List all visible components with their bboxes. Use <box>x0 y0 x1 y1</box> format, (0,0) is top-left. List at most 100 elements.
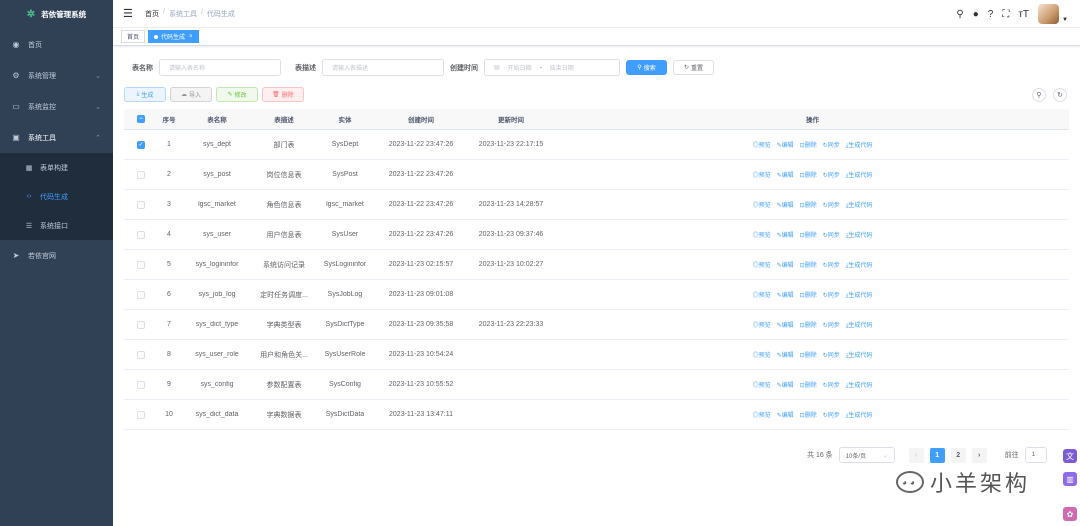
sync-button[interactable]: ↻同步 <box>823 350 840 360</box>
row-checkbox[interactable] <box>137 290 145 299</box>
brand[interactable]: ✲ 若依管理系统 <box>0 0 113 28</box>
sidebar-item-monitor[interactable]: ▭ 系统监控 ⌄ <box>0 91 113 122</box>
row-checkbox[interactable]: ✓ <box>137 140 145 149</box>
avatar[interactable] <box>1038 4 1060 24</box>
delete-button[interactable]: ⊡删除 <box>800 350 817 360</box>
sidebar-item-tools[interactable]: ▣ 系统工具 ⌃ <box>0 122 113 153</box>
preview-button[interactable]: ◎预览 <box>753 350 771 360</box>
delete-button[interactable]: ⊡删除 <box>800 230 817 240</box>
delete-button[interactable]: ⊡删除 <box>800 170 817 180</box>
sync-button[interactable]: ↻同步 <box>823 140 840 150</box>
preview-button[interactable]: ◎预览 <box>753 200 771 210</box>
date-range-picker[interactable]: ▤ 开始日期 - 结束日期 <box>484 59 620 76</box>
sync-button[interactable]: ↻同步 <box>823 380 840 390</box>
tag-home[interactable]: 首页 <box>121 30 146 43</box>
sync-button[interactable]: ↻同步 <box>823 260 840 270</box>
preview-button[interactable]: ◎预览 <box>753 380 771 390</box>
search-icon[interactable]: ⚲ <box>956 9 963 20</box>
brain-icon[interactable]: ✿ <box>1063 507 1077 521</box>
delete-button[interactable]: ⊡删除 <box>800 380 817 390</box>
github-icon[interactable]: ● <box>973 9 979 20</box>
delete-button[interactable]: ⊡删除 <box>800 140 817 150</box>
delete-button[interactable]: ⊡删除 <box>800 320 817 330</box>
question-icon[interactable]: ? <box>988 9 994 20</box>
search-button[interactable]: ⚲ 搜索 <box>626 60 667 75</box>
preview-button[interactable]: ◎预览 <box>753 140 771 150</box>
edit-button[interactable]: ✎编辑 <box>777 140 794 150</box>
row-checkbox[interactable] <box>137 320 145 329</box>
import-button[interactable]: ☁ 导入 <box>170 87 212 102</box>
sidebar-item-swagger[interactable]: ☰ 系统接口 <box>0 211 113 240</box>
gen-code-button[interactable]: ⤓生成代码 <box>846 290 873 300</box>
hamburger-icon[interactable]: ☰ <box>123 7 135 20</box>
gen-code-button[interactable]: ⤓生成代码 <box>846 350 873 360</box>
edit-button[interactable]: ✎编辑 <box>777 260 794 270</box>
breadcrumb-home[interactable]: 首页 <box>145 9 159 19</box>
gen-code-button[interactable]: ⤓生成代码 <box>846 380 873 390</box>
caret-down-icon[interactable]: ▼ <box>1062 17 1068 23</box>
sync-button[interactable]: ↻同步 <box>823 320 840 330</box>
row-checkbox[interactable] <box>137 200 145 209</box>
select-all-checkbox[interactable]: − <box>137 115 145 123</box>
delete-button[interactable]: ⊡删除 <box>800 290 817 300</box>
sync-button[interactable]: ↻同步 <box>823 200 840 210</box>
delete-button[interactable]: ⊡删除 <box>800 410 817 420</box>
next-page-button[interactable]: › <box>971 447 987 463</box>
sidebar-item-form-builder[interactable]: ▦ 表单构建 <box>0 153 113 182</box>
preview-button[interactable]: ◎预览 <box>753 260 771 270</box>
edit-button[interactable]: ✎ 修改 <box>216 87 258 102</box>
sidebar-item-system[interactable]: ⚙ 系统管理 ⌄ <box>0 60 113 91</box>
preview-button[interactable]: ◎预览 <box>753 170 771 180</box>
page-1-button[interactable]: 1 <box>929 447 945 463</box>
preview-button[interactable]: ◎预览 <box>753 290 771 300</box>
page-2-button[interactable]: 2 <box>950 447 966 463</box>
gen-code-button[interactable]: ⤓生成代码 <box>846 230 873 240</box>
edit-button[interactable]: ✎编辑 <box>777 350 794 360</box>
row-checkbox[interactable] <box>137 380 145 389</box>
generate-button[interactable]: ⤓ 生成 <box>124 87 166 102</box>
table-name-input[interactable]: 请输入表名称 <box>159 59 281 76</box>
row-checkbox[interactable] <box>137 260 145 269</box>
sync-button[interactable]: ↻同步 <box>823 410 840 420</box>
reset-button[interactable]: ↻ 重置 <box>673 60 714 75</box>
gen-code-button[interactable]: ⤓生成代码 <box>846 320 873 330</box>
gen-code-button[interactable]: ⤓生成代码 <box>846 170 873 180</box>
edit-button[interactable]: ✎编辑 <box>777 320 794 330</box>
preview-button[interactable]: ◎预览 <box>753 230 771 240</box>
sync-button[interactable]: ↻同步 <box>823 290 840 300</box>
edit-button[interactable]: ✎编辑 <box>777 170 794 180</box>
prev-page-button[interactable]: ‹ <box>908 447 924 463</box>
row-checkbox[interactable] <box>137 350 145 359</box>
gen-code-button[interactable]: ⤓生成代码 <box>846 260 873 270</box>
page-size-select[interactable]: 10条/页 ⌄ <box>838 447 895 463</box>
edit-button[interactable]: ✎编辑 <box>777 380 794 390</box>
row-checkbox[interactable] <box>137 230 145 239</box>
gen-code-button[interactable]: ⤓生成代码 <box>846 200 873 210</box>
preview-button[interactable]: ◎预览 <box>753 320 771 330</box>
edit-button[interactable]: ✎编辑 <box>777 200 794 210</box>
gen-code-button[interactable]: ⤓生成代码 <box>846 140 873 150</box>
sync-button[interactable]: ↻同步 <box>823 230 840 240</box>
edit-button[interactable]: ✎编辑 <box>777 290 794 300</box>
row-checkbox[interactable] <box>137 410 145 419</box>
row-checkbox[interactable] <box>137 170 145 179</box>
table-desc-input[interactable]: 请输入表描述 <box>322 59 444 76</box>
preview-button[interactable]: ◎预览 <box>753 410 771 420</box>
book-icon[interactable]: ▥ <box>1063 472 1077 486</box>
fullscreen-icon[interactable]: ⛶ <box>1002 9 1009 20</box>
close-icon[interactable]: × <box>189 34 193 40</box>
sidebar-item-codegen[interactable]: ‹› 代码生成 <box>0 182 113 211</box>
sidebar-item-home[interactable]: ◉ 首页 <box>0 29 113 60</box>
goto-input[interactable]: 1 <box>1024 447 1047 463</box>
font-size-icon[interactable]: ᴛT <box>1018 9 1029 20</box>
delete-button[interactable]: ⊡删除 <box>800 200 817 210</box>
toggle-search-button[interactable]: ⚲ <box>1032 88 1046 102</box>
gen-code-button[interactable]: ⤓生成代码 <box>846 410 873 420</box>
edit-button[interactable]: ✎编辑 <box>777 410 794 420</box>
refresh-button[interactable]: ↻ <box>1053 88 1067 102</box>
delete-button[interactable]: ⊡删除 <box>800 260 817 270</box>
sidebar-item-website[interactable]: ➤ 若依官网 <box>0 240 113 271</box>
delete-button[interactable]: 🗑 删除 <box>262 87 304 102</box>
tag-codegen[interactable]: 代码生成 × <box>148 30 199 43</box>
translate-icon[interactable]: 文 <box>1063 449 1077 463</box>
